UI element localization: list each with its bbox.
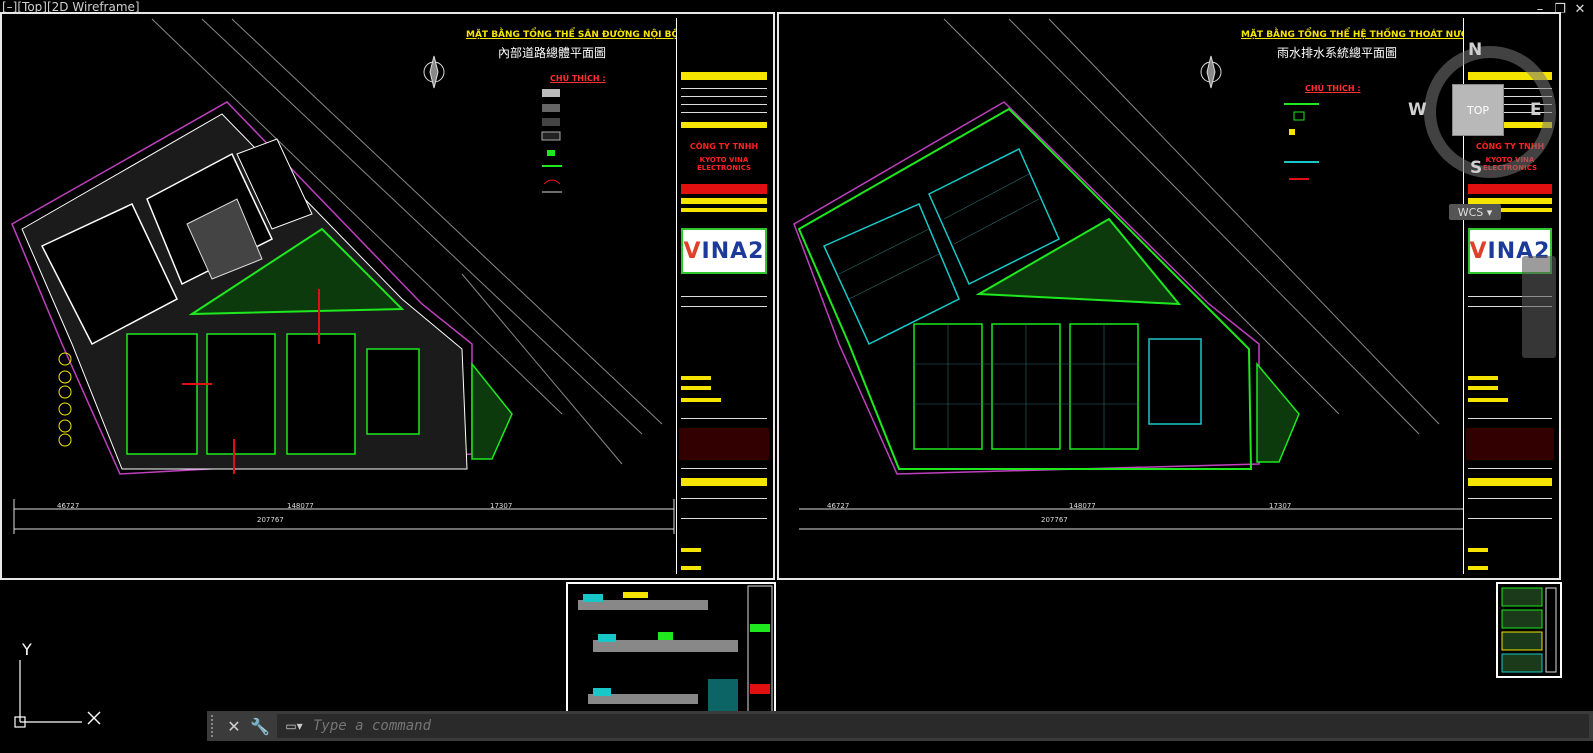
ucs-y-label: Y [22, 640, 32, 659]
site-overview-sheet[interactable] [1496, 582, 1562, 678]
wrench-icon[interactable]: 🔧 [247, 713, 273, 739]
left-vina-logo: V INA2 [681, 228, 767, 274]
command-line-bar: ✕ 🔧 ▭▾ [207, 711, 1593, 741]
right-dim-right: 17307 [1269, 502, 1292, 510]
right-plan-title-cn: 雨水排水系統總平面圖 [1277, 46, 1398, 60]
viewcube-east[interactable]: E [1530, 100, 1542, 120]
left-company-line2: KYOTO VINA ELECTRONICS [696, 156, 752, 172]
wcs-menu-button[interactable]: WCS ▾ [1449, 204, 1501, 220]
right-dim-left: 46727 [827, 502, 850, 510]
viewcube-west[interactable]: W [1408, 100, 1427, 120]
right-legend-title: CHÚ THÍCH : [1305, 84, 1361, 93]
site-overview-graphic [1501, 587, 1557, 673]
left-dim-left: 46727 [57, 502, 80, 510]
left-dim-total: 207767 [257, 516, 284, 524]
navigation-bar[interactable] [1522, 256, 1556, 358]
viewcube-top-face[interactable]: TOP [1452, 84, 1504, 136]
right-dim-total: 207767 [1041, 516, 1068, 524]
viewcube-north[interactable]: N [1468, 40, 1482, 60]
command-line-grip[interactable] [211, 715, 221, 737]
left-legend-title: CHÚ THÍCH : [550, 74, 606, 83]
left-site-plan [11, 18, 675, 534]
command-prompt-icon[interactable]: ▭▾ [277, 719, 311, 733]
left-dim-right: 17307 [490, 502, 513, 510]
viewcube-south[interactable]: S [1470, 158, 1482, 178]
left-drawing-sheet[interactable]: MẶT BẰNG TỔNG THỂ SÂN ĐƯỜNG NỘI BỘ 內部道路總… [0, 12, 775, 580]
command-input[interactable] [311, 717, 915, 735]
left-title-block: CÔNG TY TNHH KYOTO VINA ELECTRONICS V INA… [676, 18, 771, 574]
left-plan-title-vn: MẶT BẰNG TỔNG THỂ SÂN ĐƯỜNG NỘI BỘ [466, 30, 680, 40]
left-dim-mid: 148077 [287, 502, 314, 510]
left-company-line1: CÔNG TY TNHH [689, 142, 759, 151]
close-icon[interactable]: ✕ [221, 713, 247, 739]
left-plan-title-cn: 內部道路總體平面圖 [498, 46, 607, 60]
right-dim-mid: 148077 [1069, 502, 1096, 510]
command-input-container: ▭▾ [277, 714, 1589, 738]
close-icon[interactable]: ✕ [1573, 2, 1587, 17]
